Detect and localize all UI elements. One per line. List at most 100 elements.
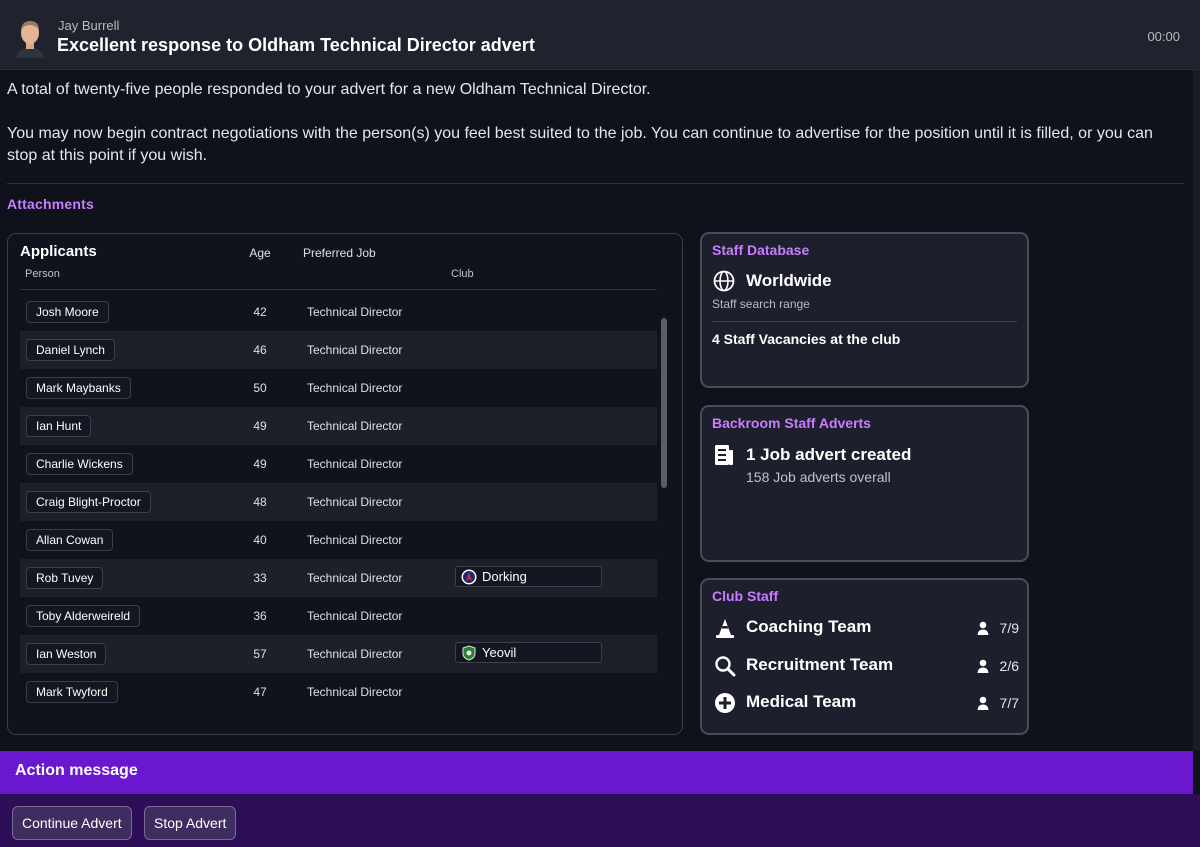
- person-name[interactable]: Rob Tuvey: [26, 567, 104, 589]
- body-paragraph-2: You may now begin contract negotiations …: [7, 125, 1153, 164]
- table-row[interactable]: Ian Weston 57 Technical Director Yeovil: [20, 635, 657, 673]
- yeovil-badge-icon: [462, 645, 476, 661]
- person-age: 33: [253, 571, 267, 585]
- person-age: 36: [253, 609, 267, 623]
- table-row[interactable]: Mark Twyford 47 Technical Director: [20, 673, 657, 711]
- table-row[interactable]: Mark Maybanks 50 Technical Director: [20, 369, 657, 407]
- team-label: Medical Team: [746, 692, 857, 711]
- recruitment-team-row[interactable]: Recruitment Team 2/6: [712, 653, 1019, 679]
- person-age: 49: [253, 419, 267, 433]
- side-strip: [1193, 70, 1200, 750]
- person-name[interactable]: Mark Maybanks: [26, 377, 131, 399]
- table-row[interactable]: Charlie Wickens 49 Technical Director: [20, 445, 657, 483]
- column-header-person[interactable]: Person: [25, 268, 60, 280]
- action-message-title: Action message: [15, 762, 138, 779]
- person-icon: [977, 621, 989, 635]
- club-staff-card[interactable]: Club Staff Coaching Team 7/9 Recruitment…: [700, 578, 1029, 735]
- document-icon: [715, 445, 733, 465]
- person-age: 57: [253, 647, 267, 661]
- applicants-list: Josh Moore 42 Technical Director Daniel …: [20, 293, 657, 711]
- person-age: 40: [253, 533, 267, 547]
- person-age: 49: [253, 457, 267, 471]
- person-age: 48: [253, 495, 267, 509]
- card-title: Staff Database: [712, 242, 810, 258]
- card-title: Club Staff: [712, 588, 779, 604]
- action-footer: Continue Advert Stop Advert: [0, 794, 1200, 847]
- column-header-club[interactable]: Club: [451, 268, 474, 280]
- person-age: 46: [253, 343, 267, 357]
- avatar[interactable]: [12, 18, 48, 58]
- list-scrollbar[interactable]: [661, 318, 667, 488]
- person-job: Technical Director: [307, 495, 403, 509]
- person-job: Technical Director: [307, 457, 403, 471]
- person-job: Technical Director: [307, 609, 403, 623]
- person-icon: [977, 696, 989, 710]
- search-range-label: Staff search range: [712, 297, 810, 311]
- person-name[interactable]: Toby Alderweireld: [26, 605, 141, 627]
- person-job: Technical Director: [307, 571, 403, 585]
- staff-database-card[interactable]: Staff Database Worldwide Staff search ra…: [700, 232, 1029, 388]
- club-chip-dorking[interactable]: Dorking: [455, 566, 602, 587]
- magnifier-icon: [715, 656, 736, 677]
- dorking-badge-icon: [461, 569, 477, 585]
- globe-icon: [713, 270, 735, 292]
- person-name[interactable]: Ian Hunt: [26, 415, 92, 437]
- person-age: 50: [253, 381, 267, 395]
- message-header: Jay Burrell Excellent response to Oldham…: [0, 0, 1200, 70]
- person-name[interactable]: Allan Cowan: [26, 529, 114, 551]
- person-age: 47: [253, 685, 267, 699]
- coaching-team-row[interactable]: Coaching Team 7/9: [712, 615, 1019, 641]
- person-icon: [977, 659, 989, 673]
- person-job: Technical Director: [307, 647, 403, 661]
- table-row[interactable]: Toby Alderweireld 36 Technical Director: [20, 597, 657, 635]
- person-name[interactable]: Charlie Wickens: [26, 453, 133, 475]
- body-paragraph-1: A total of twenty-five people responded …: [7, 81, 651, 98]
- message-body: A total of twenty-five people responded …: [7, 79, 1187, 189]
- person-job: Technical Director: [307, 685, 403, 699]
- person-name[interactable]: Josh Moore: [26, 301, 109, 323]
- column-header-age[interactable]: Age: [248, 246, 272, 260]
- medical-team-row[interactable]: Medical Team 7/7: [712, 690, 1019, 716]
- adverts-created: 1 Job advert created: [746, 445, 912, 464]
- message-subject: Excellent response to Oldham Technical D…: [57, 35, 535, 55]
- table-row[interactable]: Ian Hunt 49 Technical Director: [20, 407, 657, 445]
- team-count: 2/6: [999, 658, 1019, 674]
- card-divider: [712, 321, 1017, 322]
- backroom-adverts-card[interactable]: Backroom Staff Adverts 1 Job advert crea…: [700, 405, 1029, 562]
- person-job: Technical Director: [307, 419, 403, 433]
- divider: [7, 183, 1184, 184]
- card-title: Backroom Staff Adverts: [712, 415, 871, 431]
- staff-vacancies[interactable]: 4 Staff Vacancies at the club: [712, 331, 900, 347]
- header-divider: [20, 289, 657, 290]
- person-job: Technical Director: [307, 343, 403, 357]
- continue-advert-button[interactable]: Continue Advert: [12, 806, 132, 840]
- club-name: Dorking: [482, 569, 527, 584]
- adverts-overall: 158 Job adverts overall: [746, 469, 891, 485]
- table-row[interactable]: Allan Cowan 40 Technical Director: [20, 521, 657, 559]
- team-label: Coaching Team: [746, 617, 872, 636]
- search-range-value: Worldwide: [746, 271, 832, 290]
- club-chip-yeovil[interactable]: Yeovil: [455, 642, 602, 663]
- person-name[interactable]: Craig Blight-Proctor: [26, 491, 151, 513]
- sender-name[interactable]: Jay Burrell: [58, 18, 119, 33]
- action-message-bar: Action message: [0, 751, 1193, 794]
- stop-advert-button[interactable]: Stop Advert: [144, 806, 237, 840]
- person-name[interactable]: Daniel Lynch: [26, 339, 115, 361]
- person-age: 42: [253, 305, 267, 319]
- person-job: Technical Director: [307, 381, 403, 395]
- applicants-title: Applicants: [20, 243, 97, 260]
- column-header-job[interactable]: Preferred Job: [303, 246, 376, 260]
- table-row[interactable]: Rob Tuvey 33 Technical Director Dorking: [20, 559, 657, 597]
- table-row[interactable]: Daniel Lynch 46 Technical Director: [20, 331, 657, 369]
- person-name[interactable]: Mark Twyford: [26, 681, 118, 703]
- table-row[interactable]: Josh Moore 42 Technical Director: [20, 293, 657, 331]
- club-name: Yeovil: [482, 645, 517, 660]
- team-count: 7/7: [999, 695, 1019, 711]
- team-count: 7/9: [999, 620, 1019, 636]
- message-time: 00:00: [1147, 29, 1180, 44]
- table-row[interactable]: Craig Blight-Proctor 48 Technical Direct…: [20, 483, 657, 521]
- person-job: Technical Director: [307, 305, 403, 319]
- person-name[interactable]: Ian Weston: [26, 643, 107, 665]
- cone-icon: [716, 619, 734, 638]
- person-job: Technical Director: [307, 533, 403, 547]
